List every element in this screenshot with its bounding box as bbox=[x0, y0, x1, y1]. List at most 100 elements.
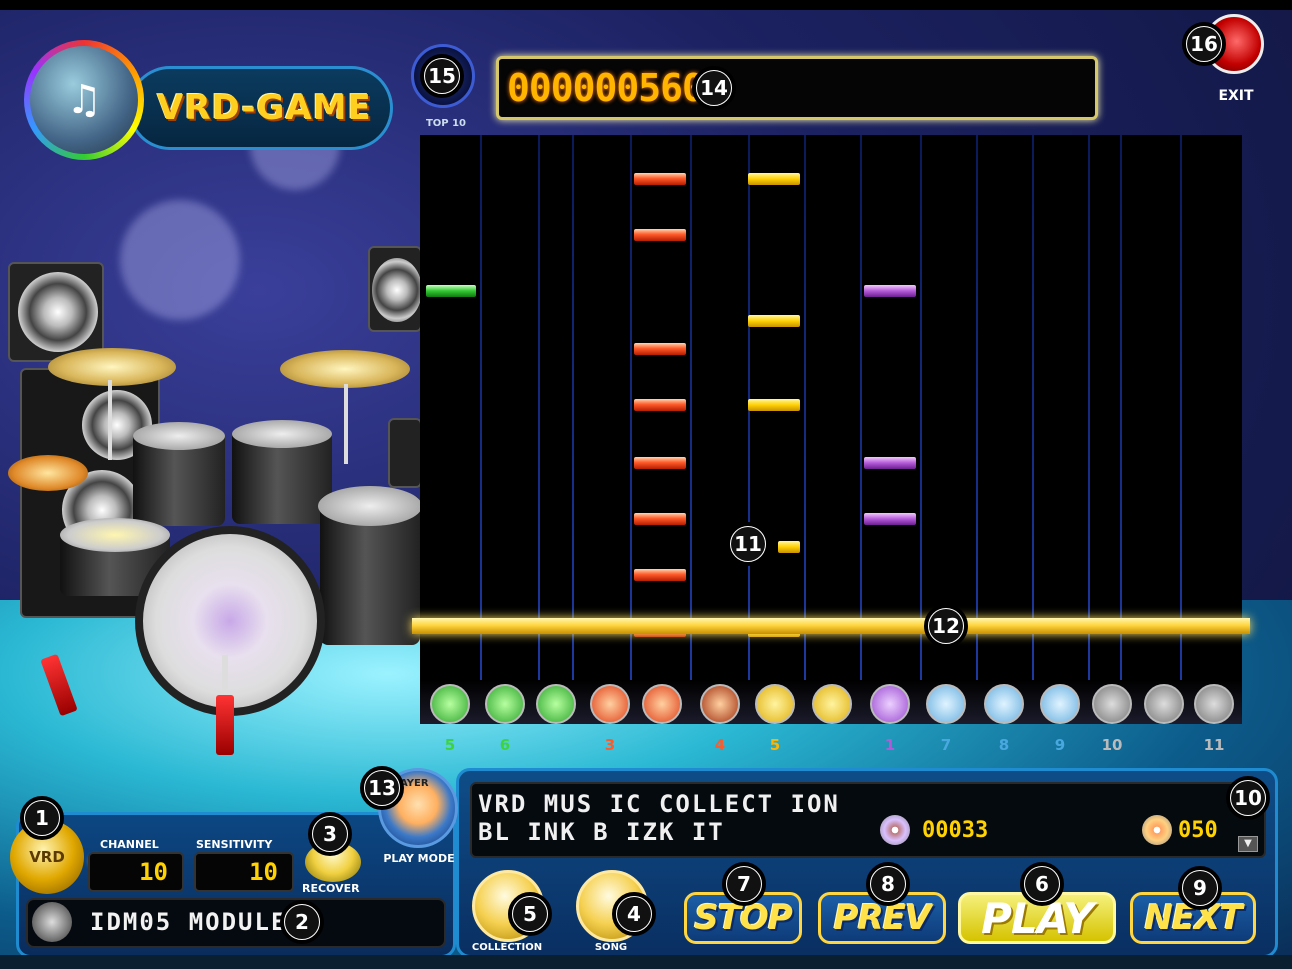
pad-number: 4 bbox=[714, 736, 726, 754]
top10-label: TOP 10 bbox=[425, 118, 467, 129]
pad-number: 5 bbox=[444, 736, 456, 754]
pad-number: 1 bbox=[884, 736, 896, 754]
collection-label: COLLECTION bbox=[471, 942, 543, 953]
note-purple bbox=[864, 513, 916, 525]
callout-badge: 4 bbox=[612, 892, 656, 936]
cymbal-pad-icon[interactable] bbox=[485, 684, 525, 724]
pad-number: 11 bbox=[1203, 736, 1225, 754]
callout-number: 7 bbox=[727, 867, 761, 901]
speaker-cone-icon bbox=[372, 258, 422, 322]
callout-badge: 16 bbox=[1182, 22, 1226, 66]
drum-pad-icon[interactable] bbox=[1092, 684, 1132, 724]
speaker-left bbox=[8, 262, 104, 362]
bass-pedal bbox=[216, 695, 234, 755]
logo-banner: VRD-GAME bbox=[128, 66, 393, 150]
callout-number: 12 bbox=[929, 609, 963, 643]
callout-badge: 13 bbox=[360, 766, 404, 810]
callout-badge: 9 bbox=[1178, 866, 1222, 910]
cymbal-stand bbox=[344, 384, 348, 464]
exit-label: EXIT bbox=[1218, 88, 1254, 104]
drum-icon: ♫ bbox=[30, 46, 138, 154]
collection-name: VRD MUS IC COLLECT ION bbox=[478, 790, 840, 818]
logo-drum-emblem: ♫ bbox=[24, 40, 144, 160]
note-purple bbox=[864, 457, 916, 469]
module-name: IDM05 MODULE bbox=[90, 908, 288, 936]
callout-number: 8 bbox=[871, 867, 905, 901]
callout-badge: 15 bbox=[420, 54, 464, 98]
drum-pad-icon[interactable] bbox=[700, 684, 740, 724]
cymbal-pad-icon[interactable] bbox=[430, 684, 470, 724]
cymbal-stand bbox=[108, 380, 112, 460]
callout-number: 5 bbox=[513, 897, 547, 931]
pad-number: 8 bbox=[998, 736, 1010, 754]
note-red bbox=[634, 513, 686, 525]
tom-head-2 bbox=[232, 420, 332, 448]
callout-badge: 3 bbox=[308, 812, 352, 856]
drum-pad-icon[interactable] bbox=[926, 684, 966, 724]
callout-badge: 8 bbox=[866, 862, 910, 906]
pad-number: 9 bbox=[1054, 736, 1066, 754]
speaker-right bbox=[368, 246, 422, 332]
top-band bbox=[0, 0, 1292, 10]
chevron-down-icon[interactable]: ▼ bbox=[1238, 836, 1258, 852]
drum-pad-icon[interactable] bbox=[642, 684, 682, 724]
drum-pad-icon[interactable] bbox=[870, 684, 910, 724]
drum-pad-icon[interactable] bbox=[755, 684, 795, 724]
disc-icon bbox=[1142, 815, 1172, 845]
stage-light bbox=[120, 200, 240, 320]
callout-number: 9 bbox=[1183, 871, 1217, 905]
callout-badge: 1 bbox=[20, 796, 64, 840]
pad-number: 10 bbox=[1101, 736, 1123, 754]
callout-number: 10 bbox=[1231, 781, 1265, 815]
callout-number: 14 bbox=[697, 71, 731, 105]
cymbal-right bbox=[280, 350, 410, 388]
callout-number: 1 bbox=[25, 801, 59, 835]
drum-pad-icon[interactable] bbox=[1144, 684, 1184, 724]
total-counter: 050 bbox=[1178, 818, 1218, 843]
logo-text: VRD-GAME bbox=[157, 88, 372, 128]
callout-badge: 5 bbox=[508, 892, 552, 936]
callout-number: 15 bbox=[425, 59, 459, 93]
drum-pad-icon[interactable] bbox=[984, 684, 1024, 724]
pad-number: 5 bbox=[769, 736, 781, 754]
player-badge: AYER bbox=[400, 778, 429, 789]
note-red bbox=[634, 229, 686, 241]
song-name: BL INK B IZK IT bbox=[478, 818, 725, 846]
song-counter: 00033 bbox=[922, 818, 989, 843]
cymbal-pad-icon[interactable] bbox=[536, 684, 576, 724]
note-red bbox=[634, 173, 686, 185]
hihat-cymbal bbox=[8, 455, 88, 491]
recover-label: RECOVER bbox=[302, 882, 360, 895]
sensitivity-value[interactable]: 10 bbox=[194, 852, 294, 892]
hit-line bbox=[412, 618, 1250, 634]
pad-number: 3 bbox=[604, 736, 616, 754]
callout-badge: 7 bbox=[722, 862, 766, 906]
drum-pad-icon[interactable] bbox=[590, 684, 630, 724]
note-purple bbox=[864, 285, 916, 297]
cymbal-left bbox=[48, 348, 176, 386]
channel-label: CHANNEL bbox=[100, 838, 159, 851]
vrd-label: VRD bbox=[29, 848, 65, 866]
callout-number: 4 bbox=[617, 897, 651, 931]
note-yellow bbox=[778, 541, 800, 553]
note-red bbox=[634, 457, 686, 469]
score-display: 0000005600 bbox=[496, 56, 1098, 120]
bass-drum bbox=[135, 526, 325, 716]
callout-number: 11 bbox=[731, 527, 765, 561]
pad-number: 7 bbox=[940, 736, 952, 754]
drum-pad-icon[interactable] bbox=[1040, 684, 1080, 724]
module-icon bbox=[32, 902, 72, 942]
callout-badge: 6 bbox=[1020, 862, 1064, 906]
drum-pad-icon[interactable] bbox=[812, 684, 852, 724]
speaker-cone-icon bbox=[18, 272, 98, 352]
floor-tom-head bbox=[318, 486, 422, 526]
game-window: VRD-GAME ♫ TOP 10 0000005600 EXIT 5 6 3 … bbox=[0, 0, 1292, 969]
channel-value[interactable]: 10 bbox=[88, 852, 184, 892]
pad-number: 6 bbox=[499, 736, 511, 754]
callout-number: 2 bbox=[285, 905, 319, 939]
callout-badge: 10 bbox=[1226, 776, 1270, 820]
drum-pad-icon[interactable] bbox=[1194, 684, 1234, 724]
note-red bbox=[634, 569, 686, 581]
tom-head-1 bbox=[133, 422, 225, 450]
callout-badge: 11 bbox=[726, 522, 770, 566]
